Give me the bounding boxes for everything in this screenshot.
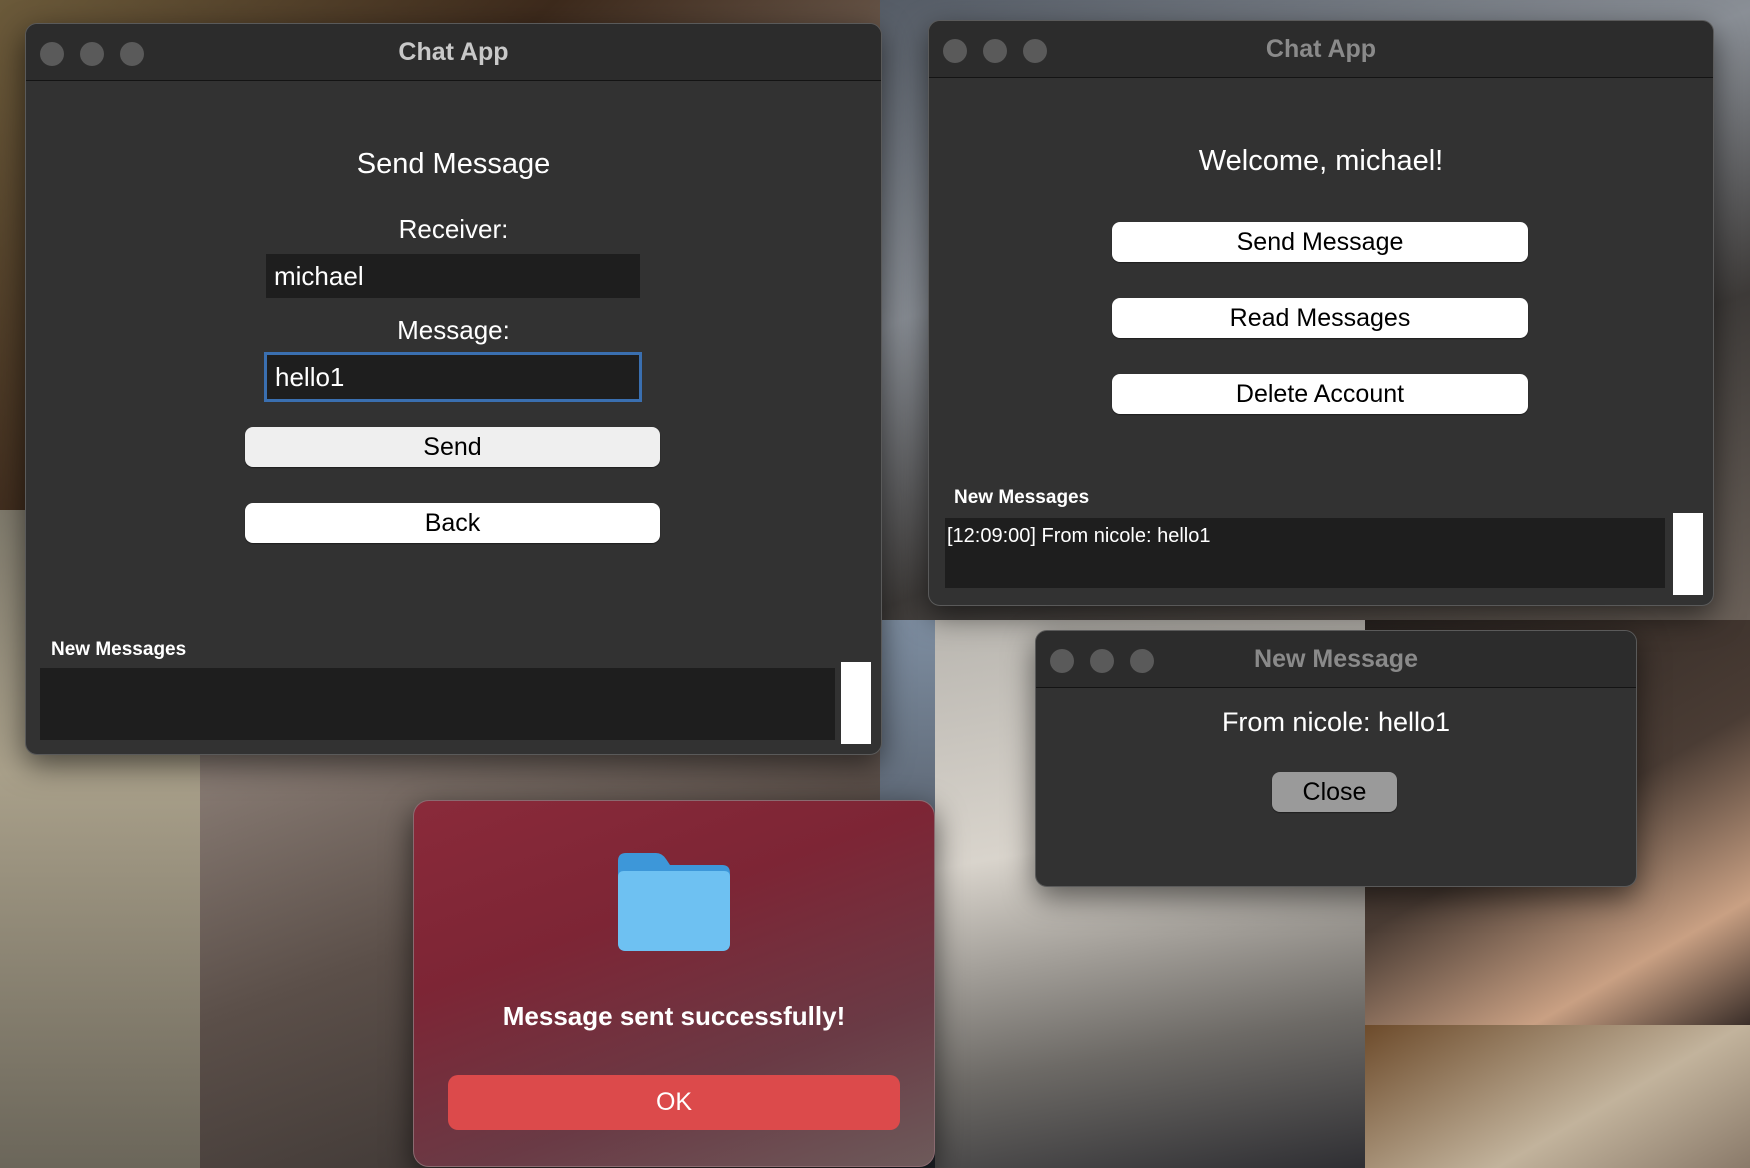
new-messages-label: New Messages bbox=[51, 639, 187, 660]
new-messages-label: New Messages bbox=[954, 487, 1090, 508]
title-bar[interactable]: Chat App bbox=[929, 21, 1713, 78]
window-title: Chat App bbox=[1265, 35, 1377, 63]
delete-account-button[interactable]: Delete Account bbox=[1112, 374, 1528, 414]
desktop-background bbox=[1365, 1025, 1750, 1168]
folder-icon bbox=[618, 853, 730, 951]
scrollbar[interactable] bbox=[841, 662, 871, 744]
new-messages-list[interactable]: [12:09:00] From nicole: hello1 bbox=[945, 518, 1665, 588]
new-messages-list[interactable] bbox=[40, 668, 835, 740]
message-label: Message: bbox=[397, 315, 510, 345]
read-messages-button[interactable]: Read Messages bbox=[1112, 298, 1528, 338]
main-menu-window: Chat App Welcome, michael! Send Message … bbox=[928, 20, 1714, 606]
welcome-heading: Welcome, michael! bbox=[1198, 145, 1444, 177]
title-bar[interactable]: Chat App bbox=[26, 24, 881, 81]
window-title: New Message bbox=[1254, 645, 1418, 673]
scrollbar[interactable] bbox=[1673, 513, 1703, 595]
message-item: [12:09:00] From nicole: hello1 bbox=[947, 525, 1211, 547]
message-input[interactable]: hello1 bbox=[264, 352, 642, 402]
receiver-label: Receiver: bbox=[398, 214, 509, 244]
send-button[interactable]: Send bbox=[245, 427, 660, 467]
back-button[interactable]: Back bbox=[245, 503, 660, 543]
close-button[interactable]: Close bbox=[1272, 772, 1397, 812]
send-message-window: Chat App Send Message Receiver: michael … bbox=[25, 23, 882, 755]
new-message-window: New Message From nicole: hello1 Close bbox=[1035, 630, 1637, 887]
alert-dialog: Message sent successfully! OK bbox=[413, 800, 935, 1167]
ok-button[interactable]: OK bbox=[448, 1075, 900, 1130]
receiver-input[interactable]: michael bbox=[266, 254, 640, 298]
send-message-button[interactable]: Send Message bbox=[1112, 222, 1528, 262]
title-bar[interactable]: New Message bbox=[1036, 631, 1636, 688]
page-title: Send Message bbox=[356, 148, 551, 180]
message-text: From nicole: hello1 bbox=[1221, 707, 1451, 737]
alert-message: Message sent successfully! bbox=[502, 1001, 846, 1031]
window-title: Chat App bbox=[398, 38, 509, 66]
